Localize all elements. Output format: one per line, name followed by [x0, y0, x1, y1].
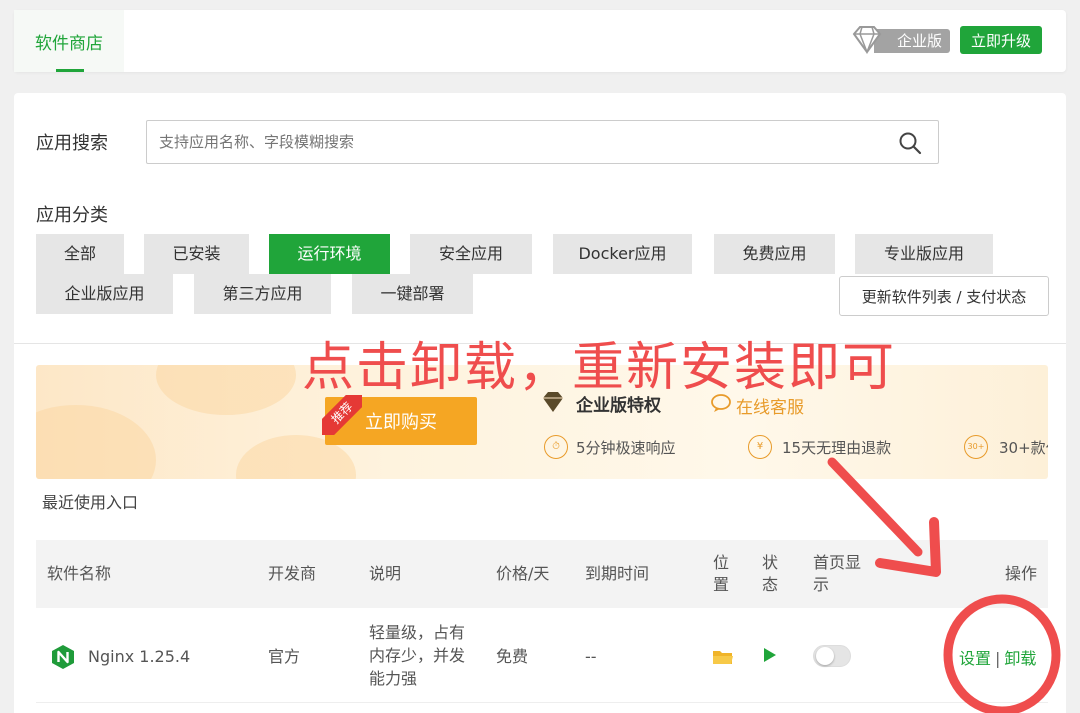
- action-separator: |: [995, 649, 1001, 668]
- software-expiry: --: [585, 647, 597, 666]
- main-panel: 应用搜索 应用分类 全部 已安装 运行环境 安全应用 Docker应用 免费应用…: [14, 93, 1066, 713]
- upgrade-button[interactable]: 立即升级: [960, 26, 1042, 54]
- header-developer: 开发商: [268, 564, 317, 583]
- banner-decoration: [36, 405, 156, 479]
- recommend-tag: 推荐: [322, 395, 362, 435]
- diamond-icon: [852, 26, 882, 55]
- header-price: 价格/天: [496, 564, 550, 583]
- category-pro[interactable]: 专业版应用: [855, 234, 993, 274]
- category-free[interactable]: 免费应用: [714, 234, 835, 274]
- refresh-list-button[interactable]: 更新软件列表 / 支付状态: [839, 276, 1049, 316]
- header-name: 软件名称: [47, 564, 112, 583]
- category-all[interactable]: 全部: [36, 234, 124, 274]
- header-actions: 操作: [1005, 564, 1038, 583]
- header-status-line1: 状: [762, 553, 779, 572]
- category-docker[interactable]: Docker应用: [553, 234, 692, 274]
- software-name: Nginx 1.25.4: [88, 647, 191, 666]
- header-position-line1: 位: [713, 553, 730, 572]
- header-homepage-line2: 示: [813, 575, 830, 594]
- enterprise-badge: 企业版: [874, 29, 950, 53]
- top-bar: 软件商店 企业版 立即升级: [14, 10, 1066, 72]
- feature-refund: 15天无理由退款: [782, 439, 892, 457]
- category-third-party[interactable]: 第三方应用: [194, 274, 331, 314]
- description-line: 内存少，并发: [369, 646, 466, 665]
- uninstall-link[interactable]: 卸载: [1004, 649, 1036, 668]
- header-description: 说明: [369, 564, 402, 583]
- software-price: 免费: [496, 647, 529, 666]
- refund-icon: ¥: [748, 435, 772, 459]
- search-box[interactable]: [146, 120, 939, 164]
- table-header: 软件名称 开发商 说明 价格/天 到期时间 位置 状态 首页显示 操作: [36, 540, 1048, 608]
- description-line: 轻量级，占有: [369, 623, 466, 642]
- search-input[interactable]: [147, 121, 887, 163]
- clock-icon: ⏱: [544, 435, 568, 459]
- category-security[interactable]: 安全应用: [410, 234, 532, 274]
- recent-entries-label: 最近使用入口: [42, 493, 139, 512]
- header-position-line2: 置: [713, 575, 730, 594]
- settings-link[interactable]: 设置: [959, 649, 991, 668]
- category-installed[interactable]: 已安装: [144, 234, 249, 274]
- recommend-tag-label: 推荐: [322, 395, 362, 435]
- homepage-toggle[interactable]: [813, 645, 851, 667]
- search-label: 应用搜索: [36, 133, 108, 154]
- plugins-icon: 30+: [964, 435, 988, 459]
- folder-icon[interactable]: [712, 649, 734, 665]
- row-actions: 设置 | 卸载: [959, 645, 1036, 669]
- header-position: 位置: [713, 552, 729, 596]
- category-one-click[interactable]: 一键部署: [352, 274, 473, 314]
- banner-decoration: [156, 365, 296, 415]
- nginx-icon: [52, 645, 74, 669]
- feature-plugins: 30+款付: [999, 439, 1048, 457]
- enterprise-indicator[interactable]: 企业版: [850, 24, 950, 56]
- description-line: 能力强: [369, 669, 418, 688]
- tab-software-store[interactable]: 软件商店: [14, 10, 124, 72]
- header-homepage-line1: 首页显: [813, 553, 862, 572]
- software-description: 轻量级，占有 内存少，并发 能力强: [369, 621, 465, 690]
- annotation-text: 点击卸载，重新安装即可: [302, 338, 897, 398]
- header-homepage: 首页显示: [813, 552, 861, 596]
- search-icon[interactable]: [898, 131, 922, 155]
- play-icon[interactable]: [764, 648, 776, 662]
- category-label: 应用分类: [36, 205, 108, 226]
- header-expiry: 到期时间: [585, 564, 650, 583]
- feature-fast-response: 5分钟极速响应: [576, 439, 676, 457]
- category-enterprise[interactable]: 企业版应用: [36, 274, 173, 314]
- header-status: 状态: [762, 552, 778, 596]
- table-row: Nginx 1.25.4 官方 轻量级，占有 内存少，并发 能力强 免费 -- …: [36, 608, 1048, 703]
- header-status-line2: 态: [762, 575, 779, 594]
- category-runtime[interactable]: 运行环境: [269, 234, 390, 274]
- software-developer: 官方: [268, 647, 301, 666]
